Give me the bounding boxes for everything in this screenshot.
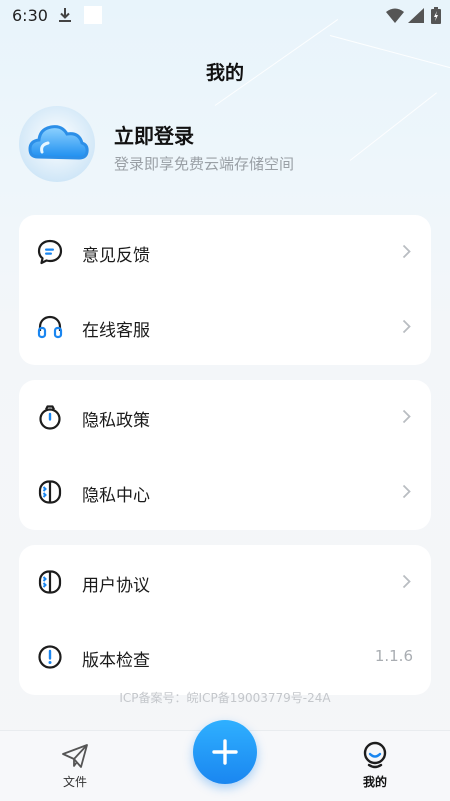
status-time: 6:30 — [12, 6, 48, 25]
chevron-right-icon — [402, 319, 411, 334]
menu-item-feedback[interactable]: 意见反馈 — [19, 222, 431, 282]
menu-card-privacy: 隐私政策 隐私中心 — [19, 380, 431, 530]
battery-icon — [431, 7, 441, 24]
menu-item-label: 隐私政策 — [82, 411, 150, 431]
version-check-icon — [38, 645, 62, 669]
menu-card-about: 用户协议 版本检查 1.1.6 — [19, 545, 431, 695]
wifi-icon — [386, 8, 404, 23]
plus-icon — [212, 739, 238, 765]
smile-face-icon — [363, 741, 387, 769]
headset-icon — [37, 315, 63, 339]
chevron-right-icon — [402, 574, 411, 589]
feedback-icon — [37, 239, 63, 265]
tab-label: 文件 — [62, 775, 87, 789]
signal-icon — [408, 8, 424, 23]
menu-item-online-service[interactable]: 在线客服 — [19, 297, 431, 357]
privacy-center-icon — [38, 480, 62, 504]
tab-mine[interactable]: 我的 — [335, 731, 415, 801]
decorative-streak — [349, 92, 437, 161]
chevron-right-icon — [402, 244, 411, 259]
tab-label: 我的 — [362, 775, 387, 789]
menu-item-version-check[interactable]: 版本检查 1.1.6 — [19, 627, 431, 687]
status-bar: 6:30 — [0, 0, 450, 32]
cloud-avatar-icon — [19, 106, 95, 182]
privacy-policy-icon — [39, 405, 61, 430]
page-title: 我的 — [205, 62, 244, 84]
download-icon — [59, 8, 71, 22]
chevron-right-icon — [402, 409, 411, 424]
notification-icon — [84, 6, 102, 24]
menu-item-user-agreement[interactable]: 用户协议 — [19, 552, 431, 612]
menu-item-label: 意见反馈 — [82, 246, 150, 266]
chevron-right-icon — [402, 484, 411, 499]
menu-card-support: 意见反馈 在线客服 — [19, 215, 431, 365]
version-number: 1.1.6 — [374, 647, 413, 665]
login-title[interactable]: 立即登录 — [114, 120, 194, 149]
paper-plane-icon — [62, 744, 88, 768]
menu-item-label: 隐私中心 — [82, 486, 150, 506]
add-button[interactable] — [193, 720, 257, 784]
menu-item-privacy-center[interactable]: 隐私中心 — [19, 462, 431, 522]
menu-item-label: 在线客服 — [82, 321, 150, 341]
avatar[interactable] — [18, 105, 96, 183]
tab-files[interactable]: 文件 — [35, 731, 115, 801]
login-subtitle: 登录即享免费云端存储空间 — [114, 155, 295, 173]
menu-item-privacy-policy[interactable]: 隐私政策 — [19, 387, 431, 447]
user-agreement-icon — [38, 570, 62, 594]
icp-record: ICP备案号：皖ICP备19003779号-24A — [119, 691, 331, 705]
menu-item-label: 版本检查 — [82, 651, 150, 671]
menu-item-label: 用户协议 — [82, 576, 150, 596]
